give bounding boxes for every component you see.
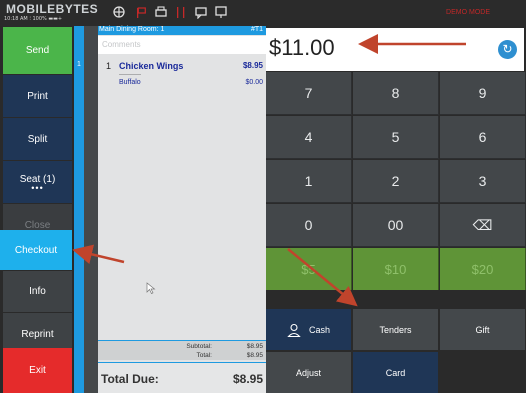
info-button[interactable]: Info xyxy=(3,271,72,312)
reprint-label: Reprint xyxy=(21,328,54,340)
app-logo: MOBILEBYTES xyxy=(6,2,99,16)
device-status: 10:18 AM ⁝ 100% ▬▬+ xyxy=(4,16,63,22)
key-3[interactable]: 3 xyxy=(440,160,526,203)
item-name: Chicken Wings xyxy=(119,61,184,71)
total-label: Total: xyxy=(196,352,212,359)
close-label: Close xyxy=(24,219,51,231)
subtotal-value: $8.95 xyxy=(246,343,263,350)
seat-divider xyxy=(84,26,98,393)
backspace-key[interactable]: ⌫ xyxy=(440,204,526,247)
seat-strip[interactable]: 1 xyxy=(74,26,84,393)
key-5[interactable]: 5 xyxy=(353,116,439,159)
refresh-icon[interactable]: ↻ xyxy=(498,40,517,59)
amount-display[interactable]: $11.00 ↻ xyxy=(266,28,524,71)
comments-placeholder: Comments xyxy=(102,40,141,49)
key-0[interactable]: 0 xyxy=(266,204,352,247)
card-button[interactable]: Card xyxy=(353,352,439,393)
printer-icon[interactable] xyxy=(154,5,168,19)
comments-field[interactable]: Comments xyxy=(98,36,266,54)
tenders-label: Tenders xyxy=(379,324,412,335)
split-label: Split xyxy=(27,133,48,145)
send-label: Send xyxy=(25,45,50,56)
print-button[interactable]: Print xyxy=(3,75,72,117)
seat-number: 1 xyxy=(77,61,81,68)
flag-icon[interactable] xyxy=(134,5,148,19)
modifier-name: Buffalo xyxy=(119,79,141,86)
ticket-panel: Main Dining Room: 1 #T1 Comments 1 Chick… xyxy=(98,26,266,393)
list-icon[interactable] xyxy=(174,5,188,19)
info-label: Info xyxy=(29,286,46,297)
key-4[interactable]: 4 xyxy=(266,116,352,159)
network-icon[interactable] xyxy=(112,5,126,19)
monitor-icon[interactable] xyxy=(214,5,228,19)
total-due-section: Total Due: $8.95 xyxy=(98,362,266,393)
totals-section: Subtotal: $8.95 Total: $8.95 xyxy=(98,340,266,360)
adjust-label: Adjust xyxy=(295,367,321,378)
demo-mode-label: DEMO MODE xyxy=(446,9,490,16)
card-label: Card xyxy=(385,367,406,378)
ticket-header: Main Dining Room: 1 #T1 xyxy=(98,26,266,35)
quick-5-button[interactable]: $5 xyxy=(266,248,352,290)
checkout-button[interactable]: Checkout xyxy=(0,230,72,270)
subtotal-label: Subtotal: xyxy=(186,343,212,350)
person-icon xyxy=(287,323,301,337)
exit-button[interactable]: Exit xyxy=(3,348,72,393)
ticket-number: #T1 xyxy=(250,26,263,33)
gift-button[interactable]: Gift xyxy=(440,309,526,351)
key-8[interactable]: 8 xyxy=(353,72,439,115)
total-due-value: $8.95 xyxy=(232,372,263,386)
key-6[interactable]: 6 xyxy=(440,116,526,159)
cash-label: Cash xyxy=(308,324,330,335)
key-9[interactable]: 9 xyxy=(440,72,526,115)
key-7[interactable]: 7 xyxy=(266,72,352,115)
send-button[interactable]: Send xyxy=(3,27,72,74)
room-label: Main Dining Room: 1 xyxy=(99,26,165,33)
exit-label: Exit xyxy=(29,365,46,376)
seat-button[interactable]: Seat (1) ••• xyxy=(3,161,72,203)
print-label: Print xyxy=(27,90,48,102)
key-00[interactable]: 00 xyxy=(353,204,439,247)
message-icon[interactable] xyxy=(194,5,208,19)
tenders-button[interactable]: Tenders xyxy=(353,309,439,351)
total-due-label: Total Due: xyxy=(101,372,159,386)
cash-button[interactable]: Cash xyxy=(266,309,352,351)
quick-20-button[interactable]: $20 xyxy=(440,248,526,290)
top-bar: MOBILEBYTES 10:18 AM ⁝ 100% ▬▬+ DEMO MOD… xyxy=(0,0,526,26)
gift-label: Gift xyxy=(475,324,490,335)
pos-screen: MOBILEBYTES 10:18 AM ⁝ 100% ▬▬+ DEMO MOD… xyxy=(0,0,526,393)
modifier-price: $0.00 xyxy=(245,79,263,86)
item-qty: 1 xyxy=(106,61,112,71)
total-value: $8.95 xyxy=(246,352,263,359)
key-2[interactable]: 2 xyxy=(353,160,439,203)
split-button[interactable]: Split xyxy=(3,118,72,160)
item-price: $8.95 xyxy=(242,61,263,70)
amount-value: $11.00 xyxy=(269,35,335,60)
key-1[interactable]: 1 xyxy=(266,160,352,203)
checkout-label: Checkout xyxy=(14,244,58,256)
adjust-button[interactable]: Adjust xyxy=(266,352,352,393)
mouse-cursor-icon xyxy=(146,282,156,294)
seat-dots: ••• xyxy=(31,182,44,193)
item-separator: ----------- xyxy=(119,72,141,78)
payment-panel: $11.00 ↻ 7 8 9 4 5 6 1 2 3 0 00 ⌫ $5 $10… xyxy=(266,26,526,393)
action-sidebar: Send Print Split Seat (1) ••• Close Chec… xyxy=(0,26,74,393)
quick-10-button[interactable]: $10 xyxy=(353,248,439,290)
